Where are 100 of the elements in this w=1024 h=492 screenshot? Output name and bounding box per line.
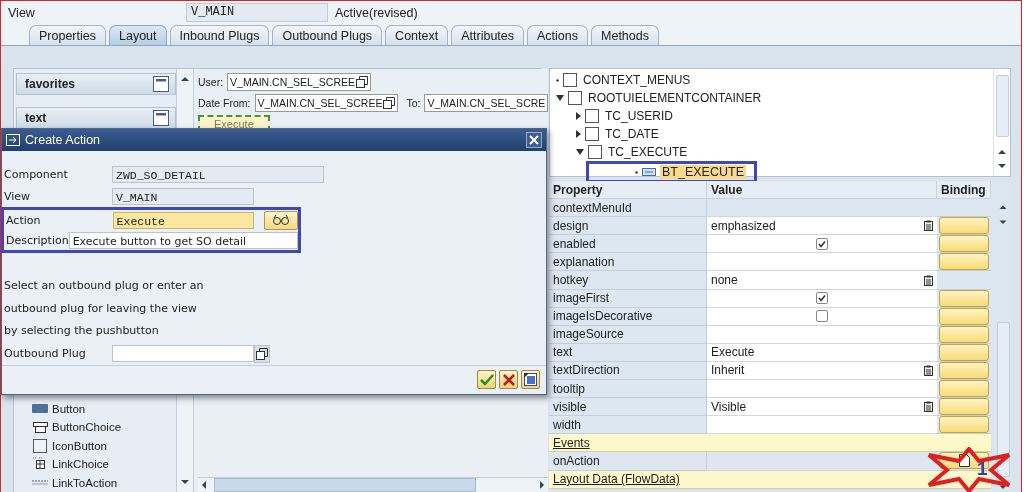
- input-field[interactable]: V_MAIN.CN_SEL_SCREE: [254, 93, 399, 112]
- element-type-icon: [32, 419, 48, 436]
- tree-node[interactable]: CONTEXT_MENUS: [581, 73, 693, 87]
- scroll-up-icon[interactable]: [996, 147, 1008, 157]
- input-field[interactable]: Execute: [112, 211, 255, 229]
- scroll-thumb[interactable]: [995, 75, 1009, 137]
- value-help-icon[interactable]: [383, 96, 396, 109]
- tab[interactable]: Context: [385, 25, 449, 45]
- input-field[interactable]: Execute button to get SO detail: [68, 231, 298, 249]
- input-field[interactable]: [112, 345, 254, 363]
- field-label: User:: [198, 75, 224, 88]
- dropdown-icon[interactable]: [924, 365, 933, 376]
- container-icon: [585, 109, 599, 123]
- tree-node[interactable]: TC_USERID: [603, 109, 675, 123]
- tree-node[interactable]: ROOTUIELEMENTCONTAINER: [586, 91, 764, 105]
- display-button[interactable]: [264, 210, 298, 230]
- value-cell[interactable]: Visible: [707, 398, 937, 417]
- field-label: View: [3, 189, 32, 203]
- cancel-button[interactable]: [499, 370, 518, 390]
- field-label: Outbound Plug: [3, 347, 87, 361]
- section-header[interactable]: Events: [549, 434, 991, 453]
- input-field: ZWD_SO_DETAIL: [112, 165, 324, 183]
- close-button[interactable]: [526, 132, 542, 149]
- palette-item[interactable]: IconButton: [52, 439, 107, 452]
- scroll-up-icon[interactable]: [997, 203, 1009, 212]
- container-icon: [563, 73, 577, 87]
- tab[interactable]: Actions: [527, 25, 588, 45]
- value-cell[interactable]: [707, 416, 937, 435]
- checkbox[interactable]: [816, 310, 828, 323]
- field-value: V_MAIN.CN_SEL_SCREE: [257, 96, 383, 109]
- value-cell[interactable]: emphasized: [707, 217, 937, 236]
- field-value: V_MAIN.CN_SEL_SCREE: [230, 75, 355, 88]
- palette-item[interactable]: ButtonChoice: [52, 421, 122, 434]
- input-field: V_MAIN: [112, 187, 254, 205]
- tree-node[interactable]: TC_DATE: [603, 127, 661, 141]
- element-type-icon: [32, 404, 48, 414]
- property-name: tooltip: [549, 380, 707, 399]
- container-icon: [585, 127, 599, 141]
- view-field: V_MAIN: [186, 3, 328, 22]
- window-icon: [524, 373, 537, 387]
- bullet-icon: [635, 170, 638, 174]
- window-button[interactable]: [521, 370, 540, 390]
- status-text: Active(revised): [335, 5, 418, 20]
- property-name: contextMenuId: [549, 199, 707, 218]
- palette-item[interactable]: LinkToAction: [52, 476, 118, 489]
- property-name: onAction: [549, 452, 707, 471]
- container-icon: [588, 145, 602, 159]
- field-label: To:: [406, 96, 421, 109]
- value-cell[interactable]: [707, 235, 937, 254]
- document-icon: [958, 454, 970, 468]
- glasses-icon: [272, 214, 291, 227]
- expand-icon[interactable]: [576, 130, 581, 138]
- palette-item[interactable]: LinkChoice: [52, 458, 109, 471]
- input-field[interactable]: V_MAIN.CN_SEL_SCREE: [227, 72, 371, 91]
- scrollbar[interactable]: [198, 477, 549, 492]
- checkbox[interactable]: [816, 292, 828, 305]
- property-value: emphasized: [711, 218, 776, 233]
- palette-item[interactable]: Button: [52, 402, 86, 415]
- property-value: none: [711, 273, 738, 287]
- tab[interactable]: Attributes: [451, 25, 524, 45]
- dropdown-icon[interactable]: [924, 274, 933, 286]
- tab[interactable]: Outbound Plugs: [272, 25, 383, 45]
- value-help-button[interactable]: [254, 344, 270, 363]
- expand-icon[interactable]: [576, 112, 581, 120]
- collapse-icon[interactable]: [153, 76, 169, 92]
- collapse-icon[interactable]: [556, 95, 564, 101]
- view-label: View: [7, 5, 36, 20]
- checkbox[interactable]: [816, 237, 828, 250]
- property-value: Visible: [711, 399, 747, 414]
- element-type-icon: [32, 437, 48, 454]
- collapse-icon[interactable]: [153, 110, 169, 126]
- cancel-icon: [502, 373, 515, 386]
- value-cell[interactable]: [707, 380, 937, 399]
- tree-node[interactable]: TC_EXECUTE: [606, 145, 690, 159]
- property-name: hotkey: [549, 271, 707, 290]
- scroll-thumb[interactable]: [214, 478, 477, 492]
- scrollbar[interactable]: [993, 69, 1010, 176]
- scroll-down-icon[interactable]: [996, 161, 1008, 171]
- dropdown-icon[interactable]: [924, 401, 933, 413]
- column-header: Binding: [937, 181, 991, 200]
- property-name: design: [549, 217, 707, 236]
- tree-node[interactable]: BT_EXECUTE: [660, 165, 746, 179]
- palette-group-header[interactable]: favorites: [16, 73, 176, 95]
- tab[interactable]: Properties: [29, 25, 106, 45]
- dropdown-icon[interactable]: [924, 220, 933, 232]
- scroll-thumb[interactable]: [996, 322, 1010, 478]
- palette-group-header[interactable]: text: [16, 107, 176, 129]
- button-element-icon: [642, 165, 656, 179]
- dialog-title: Create Action: [25, 133, 101, 148]
- property-name: enabled: [549, 235, 707, 254]
- close-icon: [529, 135, 539, 146]
- value-cell[interactable]: none: [707, 271, 937, 290]
- collapse-icon[interactable]: [576, 149, 584, 155]
- hint-text: Select an outbound plug or enter an: [3, 278, 205, 295]
- tab[interactable]: Methods: [591, 25, 659, 45]
- tab[interactable]: Layout: [109, 25, 167, 45]
- value-help-icon[interactable]: [356, 75, 368, 88]
- value-cell[interactable]: [707, 253, 937, 272]
- confirm-button[interactable]: [477, 370, 496, 390]
- tab[interactable]: Inbound Plugs: [169, 25, 270, 45]
